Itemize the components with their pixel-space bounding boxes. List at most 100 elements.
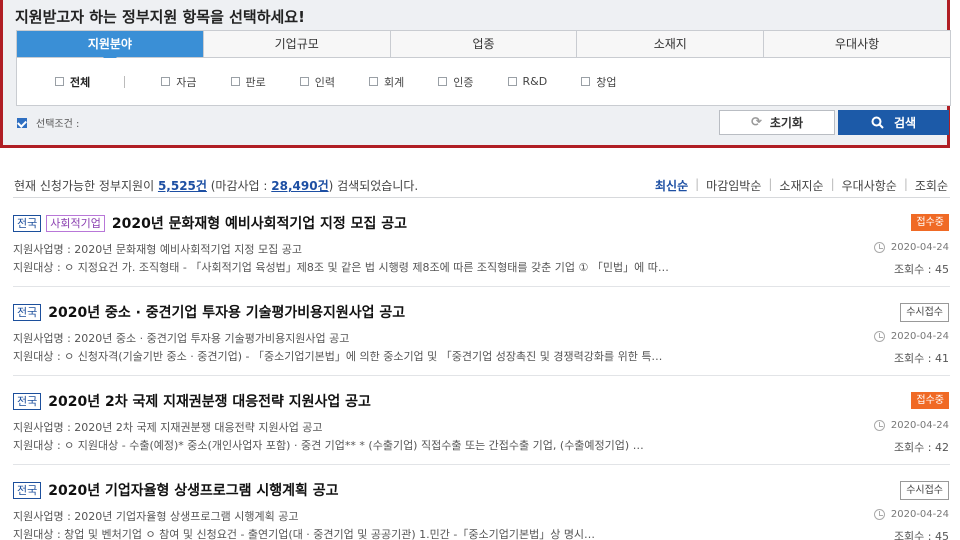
filter-tabs: 지원분야 기업규모 업종 소재지 우대사항: [16, 30, 951, 64]
divider: [124, 75, 126, 88]
program-list: 전국 사회적기업 2020년 문화재형 예비사회적기업 지정 모집 공고 지원사…: [13, 198, 950, 540]
list-item[interactable]: 전국 2020년 2차 국제 지재권분쟁 대응전략 지원사업 공고 지원사업명 …: [13, 376, 950, 465]
checkbox-icon[interactable]: [161, 77, 171, 86]
option-certification[interactable]: 인증: [438, 74, 474, 90]
item-title-link[interactable]: 2020년 2차 국제 지재권분쟁 대응전략 지원사업 공고: [48, 391, 371, 411]
status-badge: 수시접수: [900, 481, 949, 500]
summary-suffix: ) 검색되었습니다.: [328, 179, 419, 193]
item-target: 지원대상 : 창업 및 벤처기업 ㅇ 참여 및 신청요건 - 출연기업(대 · …: [13, 528, 596, 540]
date-text: 2020-04-24: [890, 509, 949, 520]
item-date: 2020-04-24: [873, 420, 949, 431]
item-title-row: 전국 2020년 기업자율형 상생프로그램 시행계획 공고: [13, 480, 339, 500]
reset-label: 초기화: [769, 116, 804, 130]
item-title-row: 전국 2020년 중소 · 중견기업 투자용 기술평가비용지원사업 공고: [13, 302, 405, 322]
option-funding[interactable]: 자금: [161, 74, 197, 90]
item-views: 조회수 : 45: [893, 530, 949, 540]
option-checkboxes: 전체 자금 판로 인력 회계 인증 R&D 창업: [16, 58, 951, 106]
checkbox-icon[interactable]: [438, 77, 448, 86]
option-label: 인증: [453, 75, 474, 89]
date-text: 2020-04-24: [890, 242, 949, 253]
region-tag: 전국: [13, 392, 42, 410]
sort-location[interactable]: 소재지순: [779, 177, 823, 194]
option-manpower[interactable]: 인력: [299, 74, 335, 90]
item-target: 지원대상 : ㅇ 지원대상 - 수출(예정)* 중소(개인사업자 포함) · 중…: [13, 439, 644, 452]
clock-icon: [873, 420, 885, 431]
item-title-row: 전국 2020년 2차 국제 지재권분쟁 대응전략 지원사업 공고: [13, 391, 371, 411]
filter-title: 지원받고자 하는 정부지원 항목을 선택하세요!: [15, 8, 305, 26]
date-text: 2020-04-24: [890, 331, 949, 342]
item-project-name: 지원사업명 : 2020년 기업자율형 상생프로그램 시행계획 공고: [13, 510, 299, 523]
tab-company-size[interactable]: 기업규모: [203, 31, 391, 57]
search-label: 검색: [893, 116, 917, 130]
option-label: 창업: [596, 75, 617, 89]
item-views: 조회수 : 41: [893, 352, 949, 365]
available-count-link[interactable]: 5,525건: [158, 179, 207, 193]
region-tag: 전국: [13, 303, 42, 321]
list-item[interactable]: 전국 사회적기업 2020년 문화재형 예비사회적기업 지정 모집 공고 지원사…: [13, 198, 950, 287]
option-label: 회계: [384, 75, 405, 89]
item-title-link[interactable]: 2020년 중소 · 중견기업 투자용 기술평가비용지원사업 공고: [48, 302, 405, 322]
tab-preference[interactable]: 우대사항: [764, 31, 950, 57]
date-text: 2020-04-24: [890, 420, 949, 431]
item-project-name: 지원사업명 : 2020년 2차 국제 지재권분쟁 대응전략 지원사업 공고: [13, 421, 323, 434]
clock-icon: [873, 509, 885, 520]
checkbox-icon[interactable]: [369, 77, 378, 86]
item-views: 조회수 : 45: [893, 263, 949, 276]
item-title-link[interactable]: 2020년 기업자율형 상생프로그램 시행계획 공고: [48, 480, 338, 500]
item-project-name: 지원사업명 : 2020년 문화재형 예비사회적기업 지정 모집 공고: [13, 243, 302, 256]
item-date: 2020-04-24: [873, 242, 949, 253]
sort-deadline[interactable]: 마감임박순: [706, 177, 761, 194]
search-button[interactable]: 검색: [838, 110, 949, 135]
checkbox-icon[interactable]: [507, 77, 517, 86]
tab-location[interactable]: 소재지: [577, 31, 765, 57]
category-tag: 사회적기업: [46, 214, 105, 232]
sort-latest[interactable]: 최신순: [655, 177, 688, 194]
reset-button[interactable]: ⟳ 초기화: [719, 110, 835, 135]
divider: |: [768, 177, 773, 191]
item-date: 2020-04-24: [873, 331, 949, 342]
item-views: 조회수 : 42: [893, 441, 949, 454]
checkbox-icon[interactable]: [581, 77, 591, 86]
tab-support-field[interactable]: 지원분야: [17, 31, 204, 64]
refresh-icon: ⟳: [750, 115, 762, 130]
option-label: R&D: [522, 75, 548, 88]
sort-preference[interactable]: 우대사항순: [842, 177, 897, 194]
sort-options: 최신순 | 마감임박순 | 소재지순 | 우대사항순 | 조회순: [655, 177, 948, 194]
status-badge: 접수중: [911, 392, 949, 409]
item-target: 지원대상 : ㅇ 신청자격(기술기반 중소 · 중견기업) - 「중소기업기본법…: [13, 350, 663, 363]
item-target: 지원대상 : ㅇ 지정요건 가. 조직형태 - 「사회적기업 육성법」제8조 및…: [13, 261, 669, 274]
list-item[interactable]: 전국 2020년 중소 · 중견기업 투자용 기술평가비용지원사업 공고 지원사…: [13, 287, 950, 376]
item-title-row: 전국 사회적기업 2020년 문화재형 예비사회적기업 지정 모집 공고: [13, 213, 407, 233]
condition-checkbox[interactable]: [17, 118, 27, 128]
list-item[interactable]: 전국 2020년 기업자율형 상생프로그램 시행계획 공고 지원사업명 : 20…: [13, 465, 950, 540]
divider: |: [903, 177, 908, 191]
region-tag: 전국: [13, 481, 42, 499]
filter-panel: 지원받고자 하는 정부지원 항목을 선택하세요! 지원분야 기업규모 업종 소재…: [0, 0, 951, 148]
option-sales-channel[interactable]: 판로: [230, 74, 266, 90]
condition-label: 선택조건 :: [36, 119, 80, 130]
option-startup[interactable]: 창업: [581, 74, 616, 90]
summary-prefix: 현재 신청가능한 정부지원이: [14, 179, 158, 193]
divider: |: [830, 177, 835, 191]
checkbox-icon[interactable]: [299, 77, 309, 86]
closed-count-link[interactable]: 28,490건: [271, 179, 328, 193]
item-date: 2020-04-24: [873, 509, 949, 520]
tab-industry[interactable]: 업종: [390, 31, 578, 57]
result-summary: 현재 신청가능한 정부지원이 5,525건 (마감사업 : 28,490건) 검…: [14, 177, 418, 194]
option-accounting[interactable]: 회계: [369, 74, 404, 90]
option-label: 전체: [70, 75, 91, 89]
divider: |: [695, 177, 700, 191]
checkbox-icon[interactable]: [55, 77, 64, 86]
checkbox-icon[interactable]: [230, 77, 240, 86]
option-all[interactable]: 전체: [55, 74, 90, 90]
sort-views[interactable]: 조회순: [915, 177, 948, 194]
item-title-link[interactable]: 2020년 문화재형 예비사회적기업 지정 모집 공고: [112, 213, 407, 233]
clock-icon: [873, 331, 885, 342]
status-badge: 수시접수: [900, 303, 949, 322]
summary-middle: (마감사업 :: [206, 179, 272, 193]
item-project-name: 지원사업명 : 2020년 중소 · 중견기업 투자용 기술평가비용지원사업 공…: [13, 332, 350, 345]
option-label: 인력: [314, 75, 335, 89]
region-tag: 전국: [13, 214, 42, 232]
option-rnd[interactable]: R&D: [507, 75, 548, 88]
search-icon: [871, 116, 884, 129]
